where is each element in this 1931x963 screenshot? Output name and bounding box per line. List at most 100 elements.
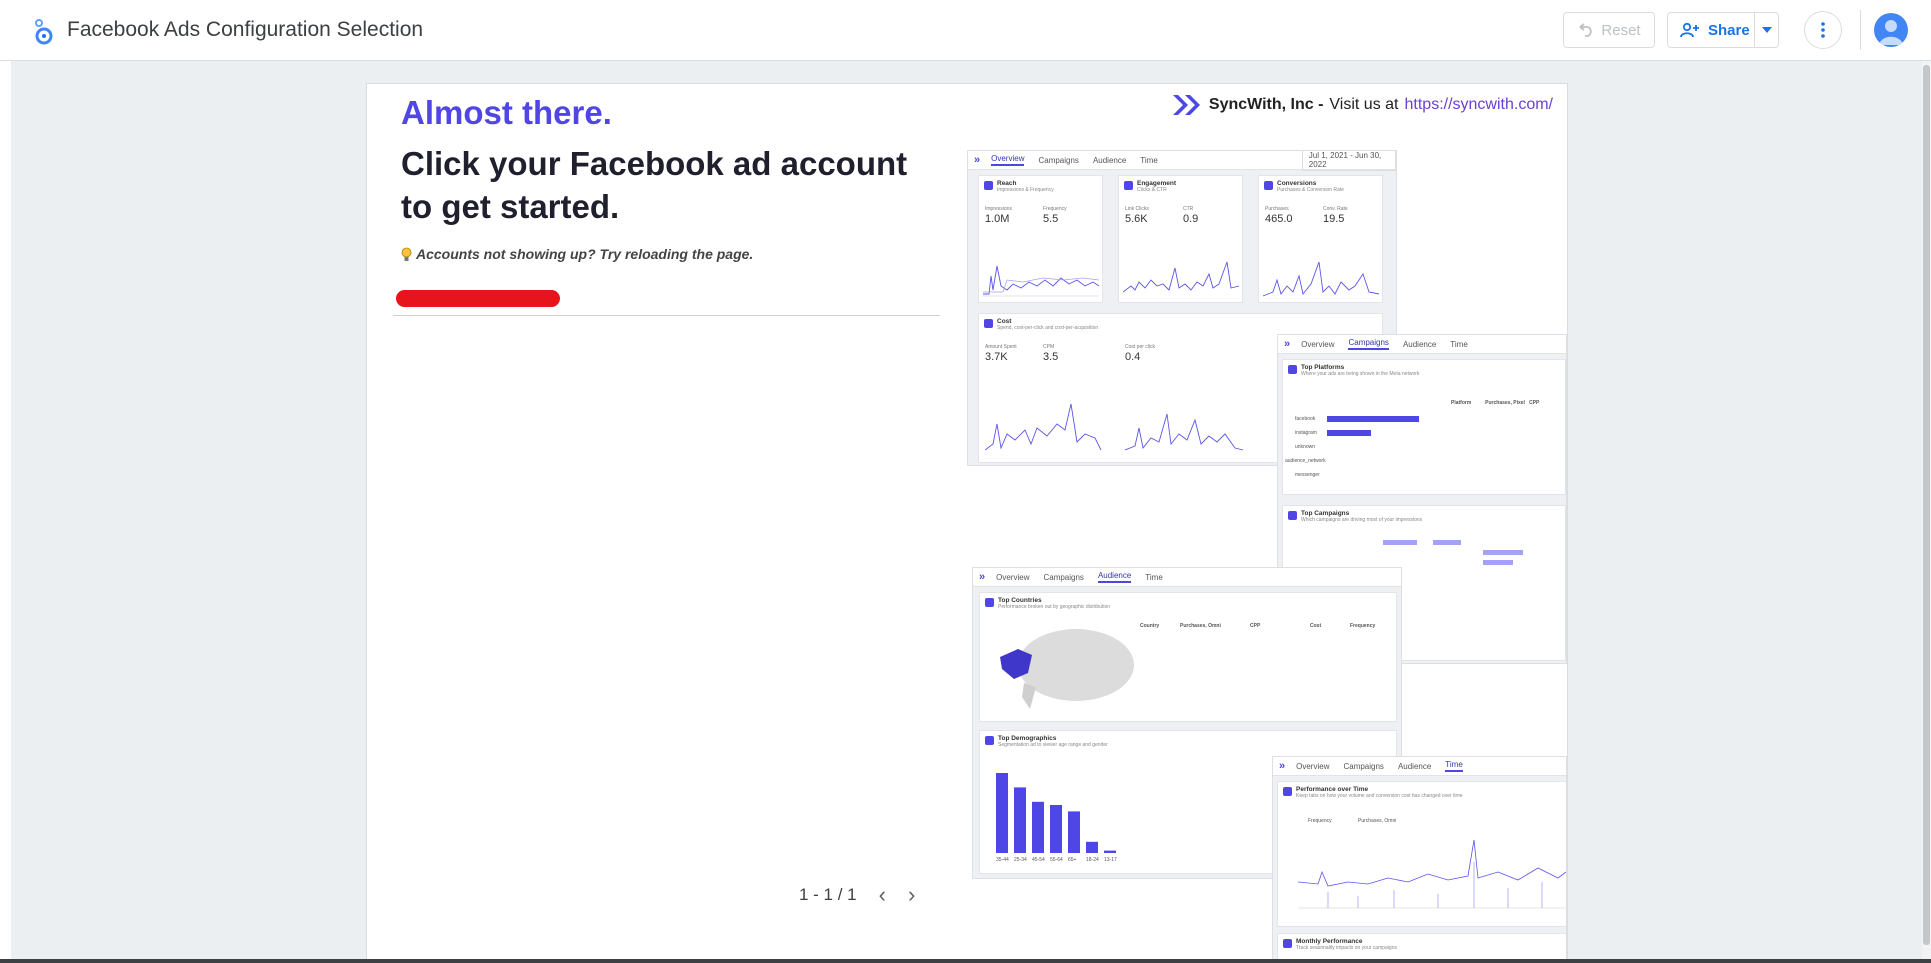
reach-icon — [984, 181, 993, 190]
share-button[interactable]: Share — [1667, 12, 1779, 48]
age-bar — [1032, 801, 1044, 853]
age-bar — [1014, 787, 1026, 853]
campaign-bar — [1483, 560, 1513, 565]
metric-label: CTR — [1183, 206, 1194, 212]
person-icon — [1879, 20, 1903, 45]
demographics-bar-chart: 35-44 25-34 45-54 55-64 65+ 18-24 13-17 — [996, 773, 1117, 863]
metric-label: Cost per click — [1125, 344, 1156, 350]
pagination: 1 - 1 / 1 ‹ › — [799, 882, 915, 908]
vertical-scrollbar[interactable] — [1922, 61, 1931, 963]
tab-audience: Audience — [1092, 155, 1127, 165]
syncwith-chevron-icon: » — [979, 571, 985, 583]
page-indicator: 1 - 1 / 1 — [799, 885, 857, 904]
platform-label: audience_network — [1285, 458, 1326, 464]
world-map — [1000, 629, 1134, 709]
card-subtitle: Performance broken out by geographic dis… — [998, 604, 1111, 610]
legend-label: Frequency — [1308, 818, 1332, 824]
card-title: Monthly Performance — [1296, 938, 1363, 945]
reload-hint: Accounts not showing up? Try reloading t… — [401, 246, 753, 262]
card-title: Conversions — [1277, 180, 1317, 187]
metric-value: 5.6K — [1125, 213, 1148, 225]
reset-button[interactable]: Reset — [1563, 12, 1655, 48]
metric-value: 19.5 — [1323, 213, 1345, 225]
page-subheading: Click your Facebook ad account to get st… — [401, 145, 908, 225]
tab-campaigns: Campaigns — [1043, 572, 1084, 582]
scrollbar-thumb[interactable] — [1923, 65, 1930, 945]
engagement-sparkline — [1123, 261, 1239, 293]
metric-label: Purchases — [1265, 206, 1289, 212]
column-header: Cost — [1310, 623, 1322, 629]
age-bar — [1050, 805, 1062, 853]
tab-audience: Audience — [1097, 571, 1132, 583]
platform-label: unknown — [1295, 444, 1316, 450]
preview-nav: » Overview Campaigns Audience Time — [1278, 335, 1566, 354]
card-subtitle: Segmentation ad to viewer age range and … — [998, 742, 1108, 748]
report-page: Almost there. Click your Facebook ad acc… — [367, 84, 1567, 963]
top-countries-card: Top Countries Performance broken out by … — [979, 592, 1397, 722]
performance-over-time-card: Performance over Time Keep tabs on how y… — [1277, 781, 1566, 927]
more-options-button[interactable] — [1804, 11, 1842, 49]
reach-card: Reach Impressions & Frequency Impression… — [978, 175, 1103, 303]
reset-label: Reset — [1601, 21, 1641, 39]
column-header: CPP — [1250, 623, 1261, 629]
platform-label: instagram — [1295, 430, 1317, 436]
engagement-icon — [1124, 181, 1133, 190]
age-bar — [1086, 841, 1098, 853]
card-title: Performance over Time — [1296, 786, 1369, 793]
card-title: Top Platforms — [1301, 364, 1345, 371]
next-page-button[interactable]: › — [908, 882, 915, 908]
metric-label: Amount Spent — [985, 344, 1017, 350]
prev-page-button[interactable]: ‹ — [879, 882, 886, 908]
time-preview: » Overview Campaigns Audience Time Perfo… — [1272, 756, 1567, 963]
syncwith-logo-icon — [1172, 95, 1200, 115]
performance-icon — [1283, 787, 1292, 796]
add-person-icon — [1680, 22, 1699, 38]
card-subtitle: Purchases & Conversion Rate — [1277, 187, 1344, 193]
platform-label: messenger — [1295, 472, 1320, 478]
tab-campaigns: Campaigns — [1343, 761, 1384, 771]
tab-campaigns: Campaigns — [1038, 155, 1079, 165]
preview-nav: » Overview Campaigns Audience Time — [973, 568, 1401, 587]
card-title: Cost — [997, 318, 1012, 325]
report-title[interactable]: Facebook Ads Configuration Selection — [67, 18, 423, 42]
campaign-bar — [1383, 540, 1417, 545]
card-subtitle: Where your ads are being shown in the Me… — [1301, 371, 1420, 377]
age-label: 35-44 — [996, 857, 1009, 863]
demographics-icon — [985, 736, 994, 745]
age-label: 13-17 — [1104, 857, 1117, 863]
card-subtitle: Impressions & Frequency — [997, 187, 1054, 193]
toolbar-divider — [1860, 10, 1861, 50]
share-dropdown[interactable] — [1755, 27, 1778, 33]
facebook-ad-account-item[interactable] — [396, 290, 560, 307]
more-vert-icon — [1821, 22, 1825, 38]
legend-label: Purchases, Omni — [1358, 818, 1397, 824]
tab-time: Time — [1450, 339, 1468, 349]
share-main[interactable]: Share — [1668, 22, 1754, 39]
card-title: Top Demographics — [998, 735, 1057, 742]
metric-value: 1.0M — [985, 213, 1010, 225]
tab-time: Time — [1140, 155, 1158, 165]
conversions-card: Conversions Purchases & Conversion Rate … — [1258, 175, 1383, 303]
metric-value: 5.5 — [1043, 213, 1059, 225]
syncwith-chevron-icon: » — [1284, 338, 1290, 350]
metric-label: Impressions — [985, 206, 1012, 212]
globe-icon — [985, 598, 994, 607]
age-bar — [1104, 850, 1116, 853]
tab-time: Time — [1145, 572, 1163, 582]
campaign-bar — [1483, 550, 1523, 555]
column-header: Country — [1140, 623, 1160, 629]
platforms-icon — [1288, 365, 1297, 374]
syncwith-link[interactable]: https://syncwith.com/ — [1405, 96, 1554, 114]
metric-label: Link Clicks — [1125, 206, 1149, 212]
syncwith-chevron-icon: » — [1279, 760, 1285, 772]
visit-text: Visit us at — [1329, 96, 1399, 113]
metric-value: 0.4 — [1125, 351, 1141, 363]
metric-value: 0.9 — [1183, 213, 1199, 225]
account-avatar[interactable] — [1874, 13, 1908, 47]
tab-overview: Overview — [996, 572, 1030, 582]
platform-table: Platform Purchases, Pixel CPP — [1451, 400, 1540, 406]
looker-studio-logo-icon[interactable] — [30, 16, 56, 46]
preview-nav: » Overview Campaigns Audience Time — [1273, 757, 1566, 776]
metric-label: CPM — [1043, 344, 1055, 350]
calendar-icon — [1283, 939, 1292, 948]
